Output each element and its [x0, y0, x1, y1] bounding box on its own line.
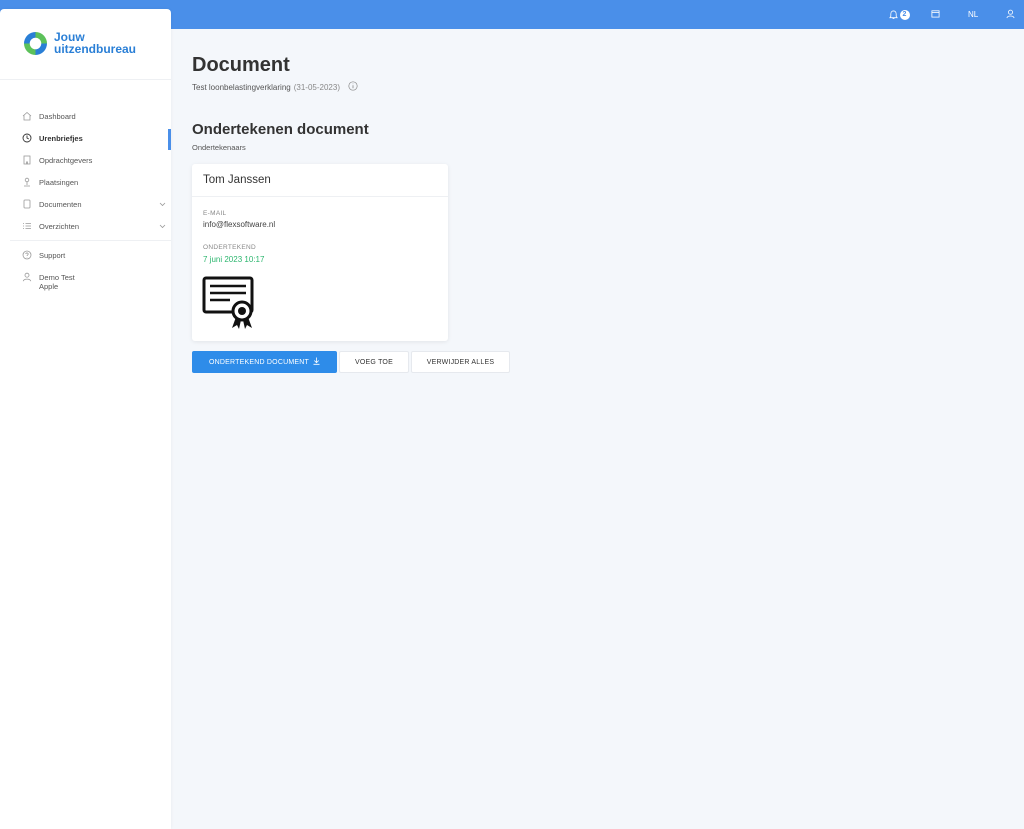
sidebar-item-urenbriefjes[interactable]: Urenbriefjes — [0, 127, 171, 150]
language-selector[interactable]: NL — [968, 10, 978, 19]
building-icon — [22, 155, 32, 165]
signed-timestamp: 7 juni 2023 10:17 — [203, 255, 265, 264]
signer-name: Tom Janssen — [203, 174, 271, 186]
signer-email: info@flexsoftware.nl — [203, 220, 276, 229]
calendar-button[interactable] — [931, 9, 940, 18]
user-name: Demo Test — [39, 272, 75, 282]
sidebar-item-label: Documenten — [39, 199, 82, 209]
logo-icon — [24, 31, 47, 55]
chevron-down-icon[interactable] — [159, 222, 166, 231]
sidebar-item-label: Urenbriefjes — [39, 133, 83, 143]
nav-divider — [10, 240, 171, 241]
sidebar-item-support[interactable]: Support — [0, 244, 171, 266]
card-divider — [192, 196, 448, 197]
sidebar-item-documenten[interactable]: Documenten — [0, 193, 171, 215]
page-title: Document — [192, 54, 290, 76]
delete-all-button[interactable]: VERWIJDER ALLES — [411, 351, 510, 373]
sidebar-item-label: Dashboard — [39, 111, 76, 121]
signer-card: Tom Janssen E-MAIL info@flexsoftware.nl … — [192, 164, 448, 341]
brand-logo[interactable]: Jouw uitzendbureau — [24, 31, 136, 55]
user-icon — [22, 272, 32, 282]
add-signer-button[interactable]: VOEG TOE — [339, 351, 409, 373]
info-icon[interactable] — [348, 81, 358, 93]
document-name: Test loonbelastingverklaring — [192, 82, 291, 92]
user-icon — [1006, 9, 1015, 19]
sidebar-item-overzichten[interactable]: Overzichten — [0, 215, 171, 237]
sidebar-nav: Dashboard Urenbriefjes Opdrachtgevers Pl… — [0, 105, 171, 291]
document-date: (31-05-2023) — [293, 82, 340, 92]
sidebar-item-opdrachtgevers[interactable]: Opdrachtgevers — [0, 149, 171, 171]
document-icon — [22, 199, 32, 209]
sidebar-item-user[interactable]: Demo Test — [0, 266, 171, 288]
sidebar-item-label: Support — [39, 250, 66, 260]
clock-icon — [22, 133, 32, 143]
download-icon — [313, 357, 320, 367]
signed-label: ONDERTEKEND — [203, 244, 257, 251]
download-signed-document-button[interactable]: ONDERTEKEND DOCUMENT — [192, 351, 337, 373]
section-title: Ondertekenen document — [192, 121, 369, 138]
sidebar-item-label: Opdrachtgevers — [39, 155, 93, 165]
download-button-label: ONDERTEKEND DOCUMENT — [209, 358, 309, 366]
sidebar-item-label: Overzichten — [39, 221, 80, 231]
home-icon — [22, 111, 32, 121]
sidebar-item-plaatsingen[interactable]: Plaatsingen — [0, 171, 171, 193]
question-icon — [22, 250, 32, 260]
certificate-icon — [202, 276, 258, 335]
notifications-button[interactable]: 2 — [887, 9, 911, 21]
sidebar-item-label: Plaatsingen — [39, 177, 79, 187]
section-subtitle: Ondertekenaars — [192, 143, 246, 152]
sidebar-item-dashboard[interactable]: Dashboard — [0, 105, 171, 127]
list-icon — [22, 221, 32, 231]
document-subtitle: Test loonbelastingverklaring (31-05-2023… — [192, 81, 358, 93]
brand-line-2: uitzendbureau — [54, 42, 137, 56]
divider — [0, 79, 171, 80]
notification-badge: 2 — [899, 10, 910, 20]
account-button[interactable] — [1006, 9, 1015, 19]
calendar-icon — [931, 10, 940, 18]
pin-icon — [22, 177, 32, 187]
sidebar: Jouw uitzendbureau Dashboard Urenbriefje… — [0, 9, 171, 829]
chevron-down-icon[interactable] — [159, 200, 166, 209]
brand-name: Jouw uitzendbureau — [54, 31, 136, 55]
bell-icon — [888, 10, 898, 20]
email-label: E-MAIL — [203, 210, 227, 217]
